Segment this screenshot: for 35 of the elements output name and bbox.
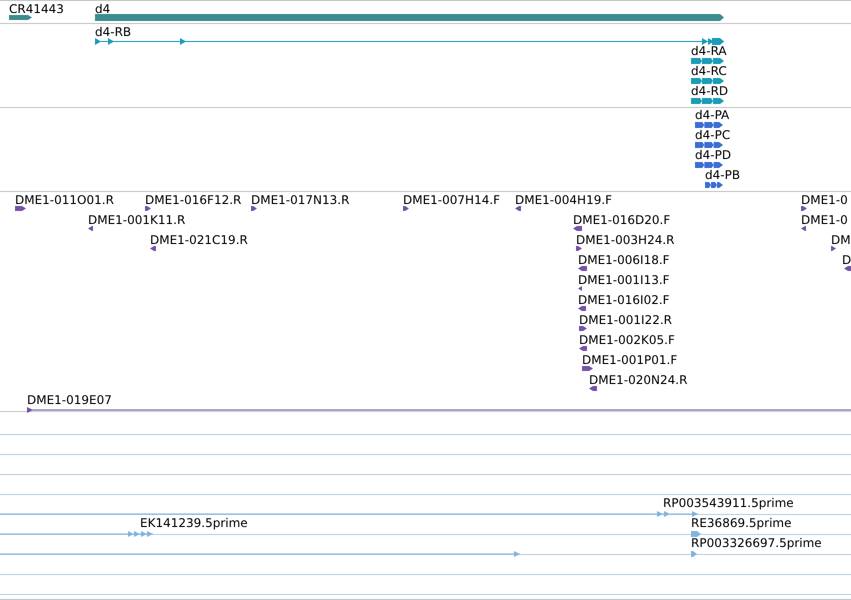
feature-label: DME1-001K11.R (88, 213, 186, 227)
feature-label: DME1-0 (801, 193, 848, 207)
feature-label: CR41443 (9, 2, 64, 16)
feature-label: DME1-004H19.F (515, 193, 612, 207)
feature-label: DME1-020N24.R (589, 373, 688, 387)
feature-label: DME1-017N13.R (251, 193, 350, 207)
feature-label: DM (831, 233, 851, 247)
feature-label: d4-PD (695, 148, 732, 162)
feature-label: d4-RC (691, 64, 727, 78)
feature-label: d4-RA (691, 44, 727, 58)
feature-label: d4 (95, 2, 110, 16)
feature-label: DME1-016I02.F (578, 293, 670, 307)
feature-label: d4-RD (691, 84, 728, 98)
feature-label: DME1-001I13.F (578, 273, 670, 287)
feature-label: DME1-011O01.R (15, 193, 114, 207)
feature-label: DME1-0 (801, 213, 848, 227)
feature-label: DME1-002K05.F (579, 333, 675, 347)
feature-label: EK141239.5prime (140, 516, 248, 530)
feature-label: d4-PC (695, 128, 730, 142)
feature-label: d4-PB (705, 168, 740, 182)
feature-label: d4-RB (95, 25, 132, 39)
feature-label: DME1-001P01.F (582, 353, 678, 367)
feature-label: DME1-019E07 (27, 393, 112, 407)
feature-label: DME1-001I22.R (579, 313, 672, 327)
feature-label: D (842, 253, 851, 267)
feature-label: DME1-016D20.F (573, 213, 670, 227)
feature-label: RP003543911.5prime (663, 496, 794, 510)
feature-label: RP003326697.5prime (691, 536, 822, 550)
feature-label: d4-PA (695, 108, 730, 122)
feature-label: DME1-006I18.F (578, 253, 670, 267)
feature-label: DME1-003H24.R (576, 233, 674, 247)
feature-label: DME1-007H14.F (403, 193, 500, 207)
feature-label: RE36869.5prime (691, 516, 792, 530)
feature-label: DME1-021C19.R (150, 233, 248, 247)
feature-label: DME1-016F12.R (145, 193, 242, 207)
